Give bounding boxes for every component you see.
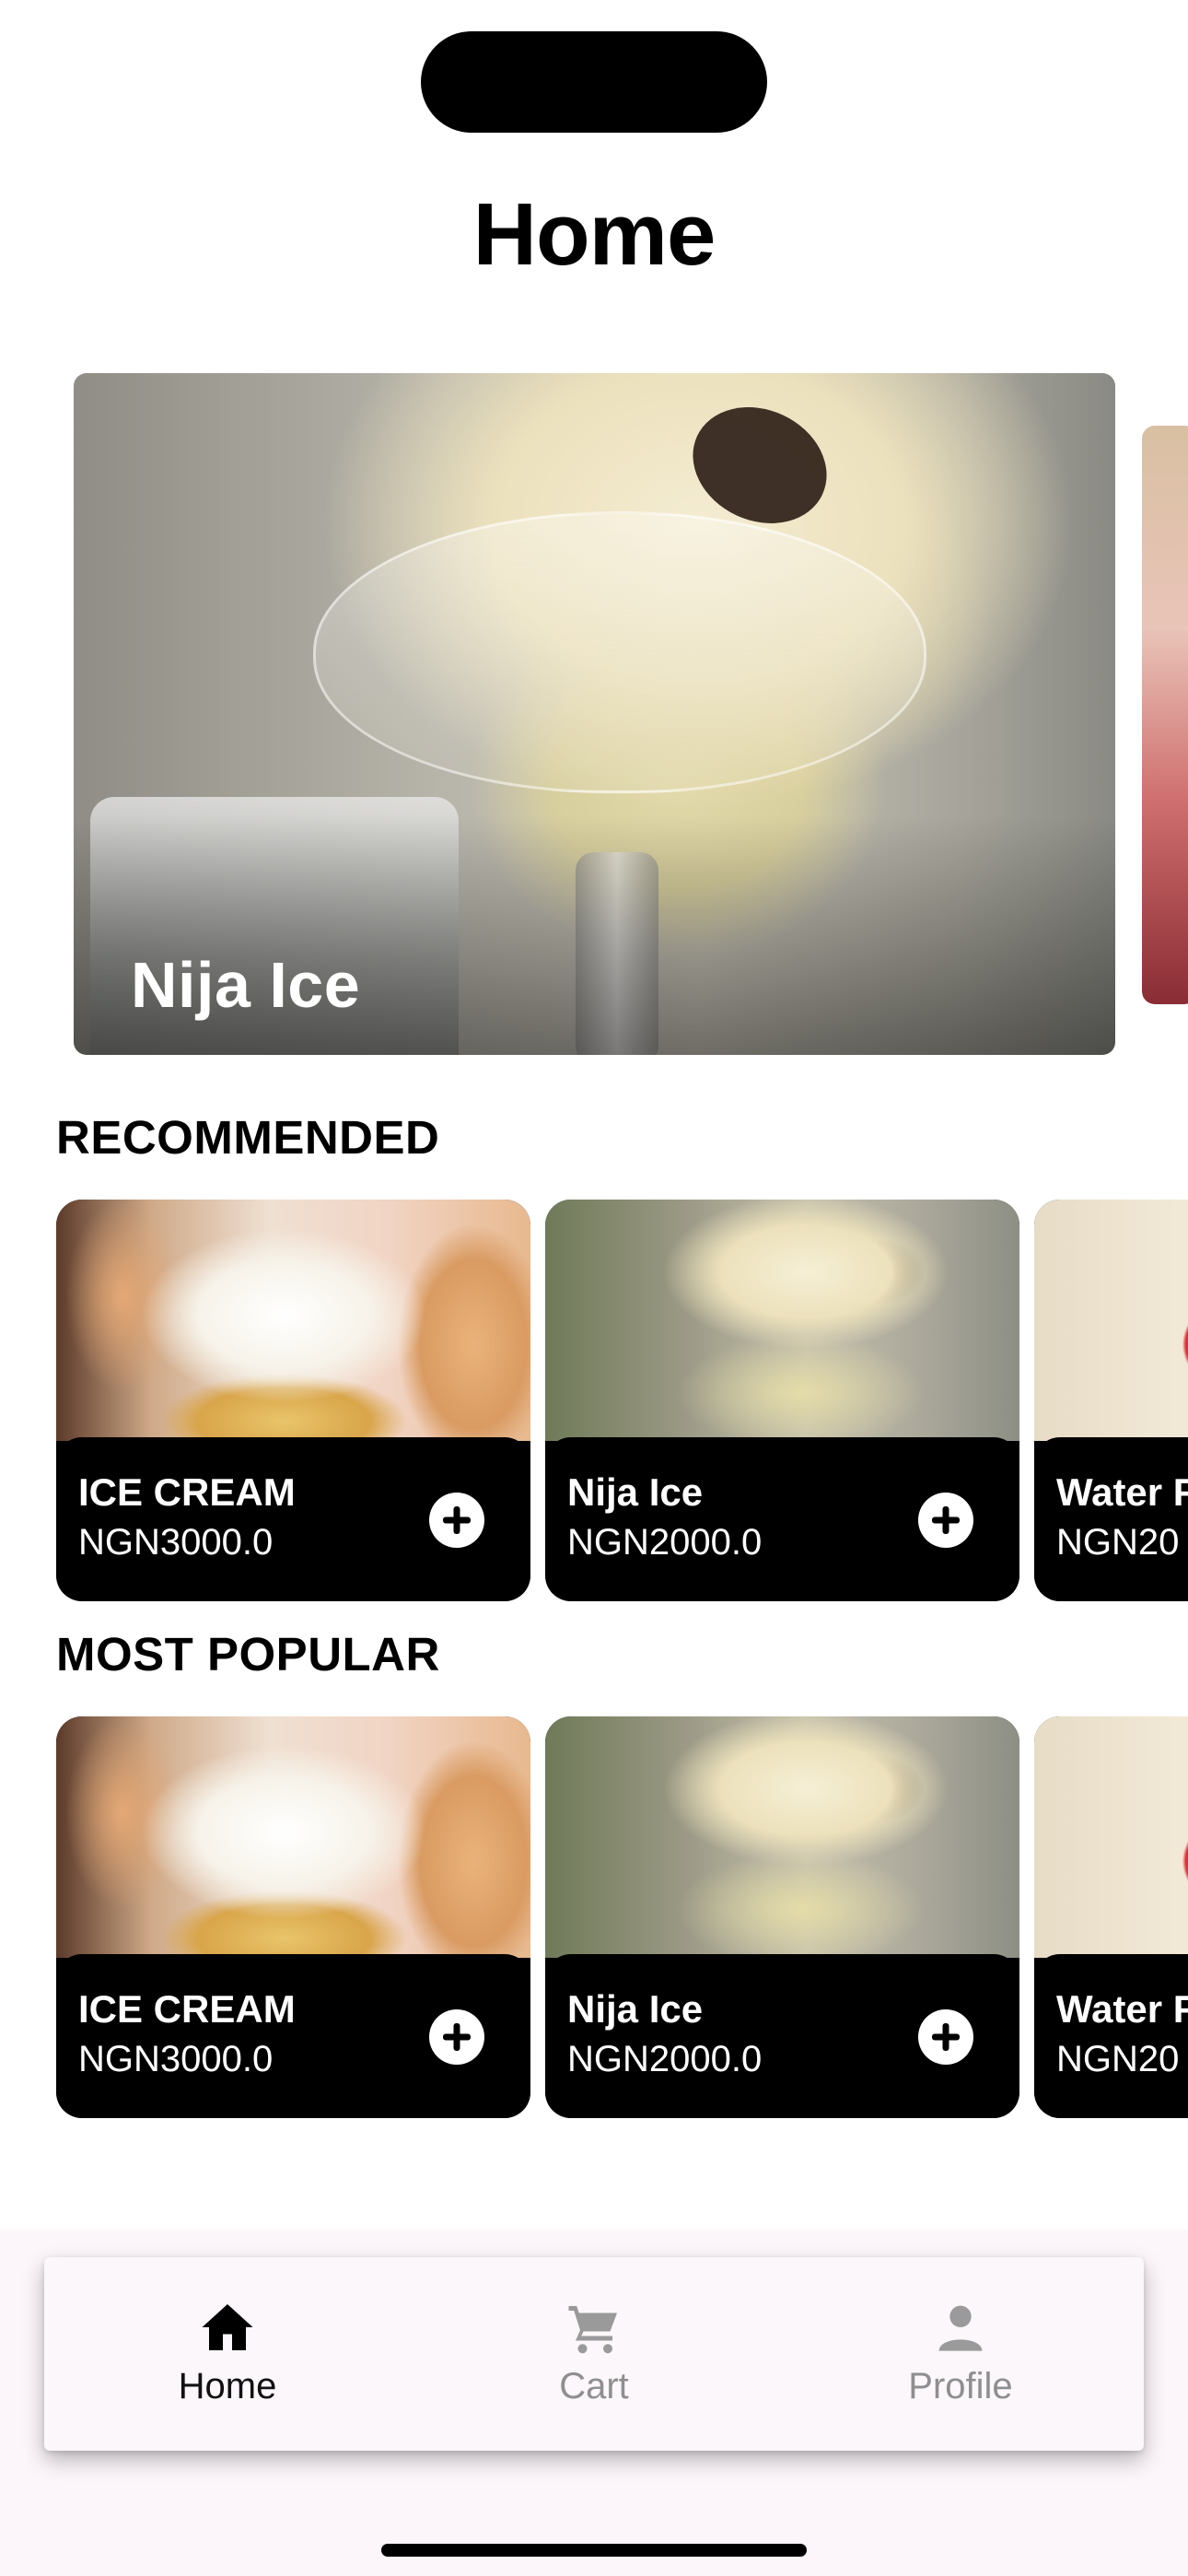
product-info: ICE CREAM NGN3000.0 xyxy=(56,1954,530,2118)
product-card[interactable]: Nija Ice NGN2000.0 xyxy=(545,1716,1019,2118)
recommended-list[interactable]: ICE CREAM NGN3000.0 Nija Ice NGN2000.0 W… xyxy=(56,1200,1188,1601)
product-info: Water F NGN20 xyxy=(1034,1954,1188,2118)
product-name: ICE CREAM xyxy=(78,1987,296,2031)
cart-icon xyxy=(565,2301,623,2361)
nav-item-profile[interactable]: Profile xyxy=(777,2257,1144,2451)
hero-image-sundae-bowl xyxy=(313,511,926,793)
product-image xyxy=(56,1200,530,1441)
add-to-cart-icon[interactable] xyxy=(429,1493,484,1548)
product-card[interactable]: ICE CREAM NGN3000.0 xyxy=(56,1200,530,1601)
product-card[interactable]: ICE CREAM NGN3000.0 xyxy=(56,1716,530,2118)
product-info: Nija Ice NGN2000.0 xyxy=(545,1437,1019,1601)
nav-item-home[interactable]: Home xyxy=(44,2257,411,2451)
hero-next-slide-peek[interactable] xyxy=(1142,426,1188,1004)
product-image xyxy=(545,1200,1019,1441)
product-name: ICE CREAM xyxy=(78,1470,296,1514)
page-title: Home xyxy=(472,185,716,284)
person-icon xyxy=(935,2301,986,2358)
most-popular-list[interactable]: ICE CREAM NGN3000.0 Nija Ice NGN2000.0 W… xyxy=(56,1716,1188,2118)
hero-slide-label: Nija Ice xyxy=(131,949,361,1021)
product-card[interactable]: Nija Ice NGN2000.0 xyxy=(545,1200,1019,1601)
product-image xyxy=(1034,1716,1188,1958)
product-price: NGN3000.0 xyxy=(78,1522,274,1563)
product-image xyxy=(545,1716,1019,1958)
product-info: Water F NGN20 xyxy=(1034,1437,1188,1601)
product-price: NGN20 xyxy=(1056,1522,1180,1563)
most-popular-title: MOST POPULAR xyxy=(56,1628,440,1680)
nav-label-profile: Profile xyxy=(908,2366,1013,2406)
bottom-nav: Home Cart Profile xyxy=(44,2257,1144,2451)
hero-slide[interactable]: Nija Ice xyxy=(74,373,1115,1055)
add-to-cart-icon[interactable] xyxy=(918,2009,973,2065)
product-name: Water F xyxy=(1056,1470,1188,1514)
product-name: Water F xyxy=(1056,1987,1188,2031)
dynamic-island xyxy=(421,31,767,133)
nav-label-cart: Cart xyxy=(559,2366,629,2406)
nav-label-home: Home xyxy=(178,2366,277,2406)
add-to-cart-icon[interactable] xyxy=(429,2009,484,2065)
add-to-cart-icon[interactable] xyxy=(918,1493,973,1548)
product-card[interactable]: Water F NGN20 xyxy=(1034,1716,1188,2118)
product-info: Nija Ice NGN2000.0 xyxy=(545,1954,1019,2118)
nav-item-cart[interactable]: Cart xyxy=(411,2257,777,2451)
product-price: NGN3000.0 xyxy=(78,2039,274,2079)
product-name: Nija Ice xyxy=(567,1987,704,2031)
recommended-title: RECOMMENDED xyxy=(56,1111,440,1164)
product-card[interactable]: Water F NGN20 xyxy=(1034,1200,1188,1601)
product-image xyxy=(1034,1200,1188,1441)
product-name: Nija Ice xyxy=(567,1470,704,1514)
product-price: NGN2000.0 xyxy=(567,1522,763,1563)
product-image xyxy=(56,1716,530,1958)
home-icon xyxy=(200,2301,255,2358)
product-info: ICE CREAM NGN3000.0 xyxy=(56,1437,530,1601)
product-price: NGN20 xyxy=(1056,2039,1180,2079)
home-indicator[interactable] xyxy=(381,2544,807,2557)
product-price: NGN2000.0 xyxy=(567,2039,763,2079)
